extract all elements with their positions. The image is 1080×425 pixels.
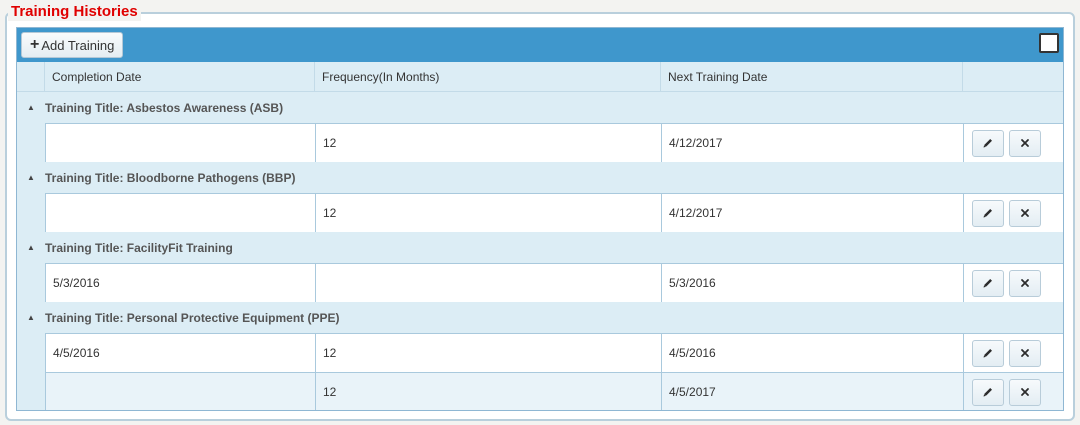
frequency-cell: 12 xyxy=(315,333,661,372)
edit-button[interactable] xyxy=(972,378,1004,406)
header-next-training-date[interactable]: Next Training Date xyxy=(661,62,963,91)
delete-button[interactable] xyxy=(1009,129,1041,157)
actions-cell xyxy=(963,263,1063,302)
row-indent xyxy=(17,333,45,372)
pencil-icon xyxy=(982,347,994,359)
next-training-date-cell: 5/3/2016 xyxy=(661,263,963,302)
completion-date-cell: 5/3/2016 xyxy=(45,263,315,302)
actions-cell xyxy=(963,372,1063,410)
collapse-caret-icon[interactable]: ▲ xyxy=(17,103,45,112)
add-training-button[interactable]: + Add Training xyxy=(21,32,124,58)
group-title: Training Title: FacilityFit Training xyxy=(45,240,233,255)
next-training-date-cell: 4/5/2017 xyxy=(661,372,963,410)
group-title: Training Title: Personal Protective Equi… xyxy=(45,310,340,325)
row-indent xyxy=(17,123,45,162)
table-row: 12 4/12/2017 xyxy=(17,123,1063,162)
delete-button[interactable] xyxy=(1009,339,1041,367)
frequency-cell: 12 xyxy=(315,193,661,232)
pencil-icon xyxy=(982,277,994,289)
delete-button[interactable] xyxy=(1009,378,1041,406)
pencil-icon xyxy=(982,386,994,398)
group-row[interactable]: ▲ Training Title: Bloodborne Pathogens (B… xyxy=(17,162,1063,193)
delete-button[interactable] xyxy=(1009,199,1041,227)
group-row[interactable]: ▲ Training Title: Asbestos Awareness (ASB… xyxy=(17,92,1063,123)
header-indent xyxy=(17,62,45,91)
table-row: 5/3/2016 5/3/2016 xyxy=(17,263,1063,302)
panel-title: Training Histories xyxy=(8,3,141,21)
collapse-caret-icon[interactable]: ▲ xyxy=(17,313,45,322)
frequency-cell: 12 xyxy=(315,123,661,162)
grid-toolbar: + Add Training xyxy=(17,28,1063,62)
close-icon xyxy=(1020,208,1030,218)
delete-button[interactable] xyxy=(1009,269,1041,297)
actions-cell xyxy=(963,193,1063,232)
edit-button[interactable] xyxy=(972,199,1004,227)
header-actions xyxy=(963,62,1063,91)
edit-button[interactable] xyxy=(972,129,1004,157)
table-row: 12 4/5/2017 xyxy=(17,372,1063,410)
grid-header: Completion Date Frequency(In Months) Nex… xyxy=(17,62,1063,92)
close-icon xyxy=(1020,278,1030,288)
header-completion-date[interactable]: Completion Date xyxy=(45,62,315,91)
row-indent xyxy=(17,372,45,410)
completion-date-cell: 4/5/2016 xyxy=(45,333,315,372)
grid-body: ▲ Training Title: Asbestos Awareness (ASB… xyxy=(17,92,1063,410)
next-training-date-cell: 4/12/2017 xyxy=(661,123,963,162)
collapse-caret-icon[interactable]: ▲ xyxy=(17,243,45,252)
completion-date-cell xyxy=(45,372,315,410)
pencil-icon xyxy=(982,137,994,149)
pencil-icon xyxy=(982,207,994,219)
frequency-cell xyxy=(315,263,661,302)
next-training-date-cell: 4/12/2017 xyxy=(661,193,963,232)
add-training-label: Add Training xyxy=(41,37,115,53)
table-row: 12 4/12/2017 xyxy=(17,193,1063,232)
group-title: Training Title: Bloodborne Pathogens (BB… xyxy=(45,170,296,185)
header-frequency[interactable]: Frequency(In Months) xyxy=(315,62,661,91)
completion-date-cell xyxy=(45,193,315,232)
group-row[interactable]: ▲ Training Title: Personal Protective Equ… xyxy=(17,302,1063,333)
table-row: 4/5/2016 12 4/5/2016 xyxy=(17,333,1063,372)
next-training-date-cell: 4/5/2016 xyxy=(661,333,963,372)
plus-icon: + xyxy=(30,36,40,53)
actions-cell xyxy=(963,333,1063,372)
collapse-caret-icon[interactable]: ▲ xyxy=(17,173,45,182)
edit-button[interactable] xyxy=(972,269,1004,297)
actions-cell xyxy=(963,123,1063,162)
frequency-cell: 12 xyxy=(315,372,661,410)
training-grid: + Add Training Completion Date Frequency… xyxy=(16,27,1064,411)
close-icon xyxy=(1020,138,1030,148)
group-row[interactable]: ▲ Training Title: FacilityFit Training xyxy=(17,232,1063,263)
completion-date-cell xyxy=(45,123,315,162)
row-indent xyxy=(17,263,45,302)
row-indent xyxy=(17,193,45,232)
close-icon xyxy=(1020,348,1030,358)
group-title: Training Title: Asbestos Awareness (ASB) xyxy=(45,100,284,115)
select-all-checkbox[interactable] xyxy=(1039,33,1059,53)
close-icon xyxy=(1020,387,1030,397)
edit-button[interactable] xyxy=(972,339,1004,367)
